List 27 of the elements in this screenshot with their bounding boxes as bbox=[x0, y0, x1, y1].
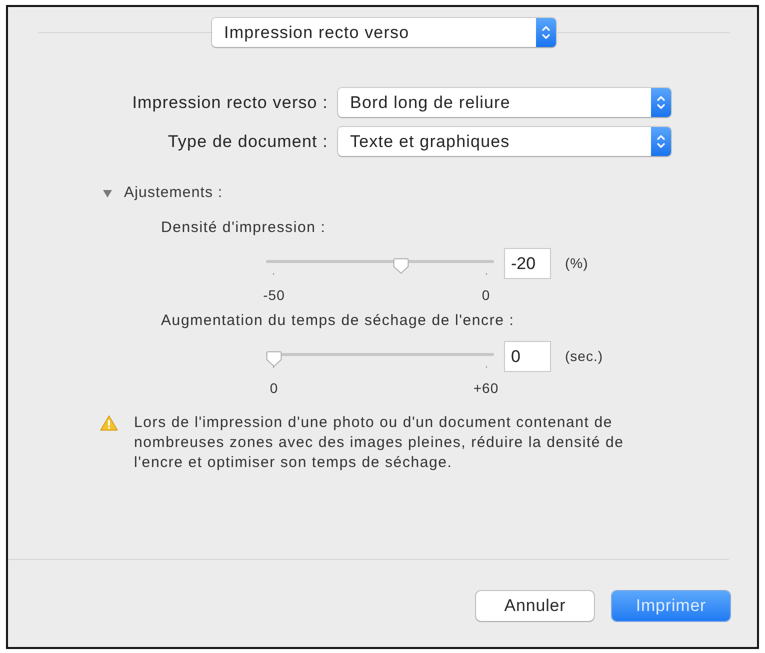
popup-menu[interactable]: Impression recto verso bbox=[212, 18, 556, 47]
slider-label: Augmentation du temps de séchage de l'encre : bbox=[161, 313, 516, 329]
unit-label: (%) bbox=[565, 254, 588, 273]
slider-thumb[interactable] bbox=[393, 258, 410, 274]
section-title: Ajustements : bbox=[124, 185, 223, 201]
value-field[interactable]: 0 bbox=[504, 341, 551, 372]
stepper-icon bbox=[651, 127, 671, 156]
cancel-button[interactable]: Annuler bbox=[476, 591, 594, 621]
option-label: Impression recto verso : bbox=[131, 92, 328, 114]
value-field[interactable]: -20 bbox=[504, 248, 551, 279]
slider[interactable] bbox=[266, 351, 494, 369]
option-label: Type de document : bbox=[166, 130, 328, 153]
warning-text: Lors de l'impression d'une photo ou d'un document contenant de nombreuses zones avec des images pleines, réduire la densité de l'encre et optimiser son temps de séchage. bbox=[134, 413, 625, 473]
scale-min-label: -50 bbox=[262, 287, 286, 303]
slider-thumb[interactable] bbox=[266, 351, 282, 367]
popup-menu[interactable]: Bord long de reliure bbox=[338, 88, 671, 117]
unit-label: (sec.) bbox=[565, 347, 603, 366]
slider[interactable] bbox=[266, 258, 494, 276]
warning-icon bbox=[100, 415, 118, 431]
stepper-icon bbox=[651, 88, 671, 117]
scale-min-label: 0 bbox=[268, 380, 280, 396]
popup-menu[interactable]: Texte et graphiques bbox=[338, 127, 671, 156]
scale-max-label: +60 bbox=[472, 380, 500, 396]
stepper-icon bbox=[536, 18, 556, 47]
disclosure-triangle-icon[interactable] bbox=[103, 188, 112, 198]
scale-max-label: 0 bbox=[480, 287, 492, 303]
slider-label: Densité d'impression : bbox=[161, 220, 327, 236]
